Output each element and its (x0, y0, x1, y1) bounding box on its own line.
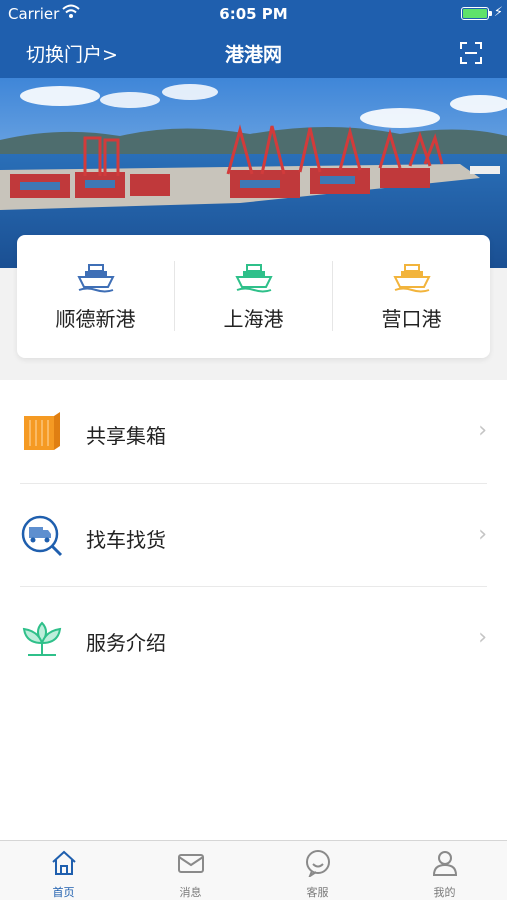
menu-label: 共享集箱 (86, 424, 166, 448)
nav-bar: 切换门户> 港港网 (0, 28, 507, 78)
menu-label: 找车找货 (86, 528, 166, 552)
menu-item-find-truck-cargo[interactable]: 找车找货 › (0, 484, 507, 586)
user-icon (432, 851, 458, 876)
tab-messages[interactable]: 消息 (127, 841, 254, 900)
scan-icon[interactable] (459, 41, 483, 65)
chevron-right-icon: › (478, 522, 487, 547)
tab-label: 我的 (433, 886, 456, 899)
tab-home[interactable]: 首页 (0, 841, 127, 900)
tab-label: 客服 (306, 886, 329, 899)
port-label: 上海港 (223, 307, 284, 331)
tab-label: 首页 (52, 886, 75, 899)
port-item-shunde[interactable]: 顺德新港 (17, 235, 174, 358)
lotus-icon (22, 621, 62, 656)
home-icon (52, 850, 76, 875)
mail-icon (178, 854, 204, 873)
chevron-right-icon: › (478, 418, 487, 443)
ship-icon (393, 264, 431, 293)
tab-bar: 首页 消息 客服 我的 (0, 840, 507, 900)
menu-item-service-intro[interactable]: 服务介绍 › (0, 587, 507, 689)
charging-icon: ⚡ (493, 5, 503, 20)
menu-item-shared-container[interactable]: 共享集箱 › (0, 380, 507, 482)
status-time: 6:05 PM (219, 5, 288, 23)
ship-icon (235, 264, 273, 293)
port-label: 顺德新港 (55, 307, 136, 331)
tab-customer-service[interactable]: 客服 (254, 841, 381, 900)
ship-icon (77, 264, 115, 293)
port-label: 营口港 (381, 307, 442, 331)
menu-label: 服务介绍 (86, 631, 166, 655)
port-item-shanghai[interactable]: 上海港 (175, 235, 332, 358)
page-title: 港港网 (224, 44, 282, 66)
tab-label: 消息 (179, 886, 202, 899)
chevron-right-icon: › (478, 625, 487, 650)
tab-profile[interactable]: 我的 (381, 841, 507, 900)
service-menu: 共享集箱 › 找车找货 › 服务介绍 › (0, 380, 507, 840)
port-selector-card: 顺德新港 上海港 营口港 (17, 235, 490, 358)
chat-icon (306, 850, 330, 877)
truck-search-icon (21, 515, 63, 557)
battery-icon (461, 7, 489, 20)
container-icon (24, 412, 60, 450)
status-bar: Carrier 6:05 PM ⚡ (0, 0, 507, 28)
port-item-yingkou[interactable]: 营口港 (333, 235, 490, 358)
